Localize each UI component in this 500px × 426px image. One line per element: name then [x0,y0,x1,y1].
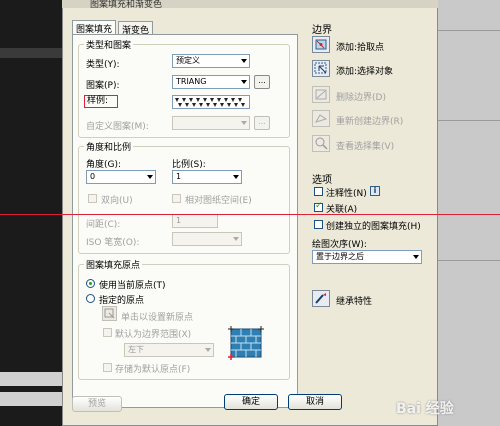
pattern-label: 图案(P): [86,81,120,91]
relative-paper-label: 相对图纸空间(E) [185,196,252,206]
store-default-origin-label: 存储为默认原点(F) [115,365,191,375]
background-strip [0,392,62,406]
info-icon[interactable]: i [370,186,380,196]
separate-hatches-checkbox[interactable] [314,220,323,229]
annotation-red-line [0,214,500,215]
add-select-objects-button[interactable] [312,60,330,77]
group-title: 角度和比例 [84,140,134,153]
background-drawing-area [0,0,62,426]
spacing-label: 间距(C): [86,220,121,230]
store-default-origin-checkbox[interactable] [103,363,112,372]
background-line [438,30,500,31]
preview-button[interactable]: 预览 [72,396,122,412]
pick-cursor-icon [104,308,115,319]
associative-checkbox[interactable] [314,201,323,212]
select-objects-icon [314,62,327,74]
spacing-input[interactable]: 1 [172,214,218,228]
group-title: 类型和图案 [84,38,134,51]
custom-pattern-label: 自定义图案(M): [86,122,149,132]
ok-button[interactable]: 确定 [224,394,278,410]
pattern-value: TRIANG [176,77,207,86]
chevron-down-icon [205,348,211,352]
double-checkbox[interactable] [88,194,97,203]
scale-dropdown[interactable]: 1 [172,170,242,184]
pick-points-icon [315,39,327,50]
recreate-boundary-label: 重新创建边界(R) [336,117,404,127]
specified-origin-radio[interactable] [86,294,95,303]
background-line [438,120,500,121]
chevron-down-icon [241,121,247,125]
view-selections-button[interactable] [312,135,330,152]
angle-value: 0 [90,172,96,181]
recreate-boundary-button[interactable] [312,110,330,127]
group-title: 图案填充原点 [84,258,143,271]
angle-label: 角度(G): [86,160,122,170]
click-set-origin-label: 单击以设置新原点 [121,313,194,323]
chevron-down-icon [147,175,153,179]
chevron-down-icon [413,255,419,259]
view-selections-label: 查看选择集(V) [336,142,395,152]
background-line [438,260,500,261]
annotative-label: 注释性(N) [326,189,367,199]
separate-hatches-label: 创建独立的图案填充(H) [326,222,421,232]
draw-order-dropdown[interactable]: 置于边界之后 [312,250,422,264]
chevron-down-icon [241,80,247,84]
click-set-origin-button[interactable] [102,306,117,321]
sample-pattern-icon [173,96,249,108]
type-value: 预定义 [176,56,200,65]
custom-pattern-dropdown[interactable] [172,116,250,130]
options-title: 选项 [312,175,332,186]
use-current-origin-radio[interactable] [86,279,95,288]
background-panel-right [438,0,500,426]
draw-order-value: 置于边界之后 [316,252,364,261]
sample-label: 样例: [84,95,118,108]
draw-order-label: 绘图次序(W): [312,240,367,250]
add-pick-points-button[interactable] [312,36,330,53]
annotative-checkbox[interactable] [314,187,323,196]
scale-label: 比例(S): [172,160,206,170]
remove-boundaries-button[interactable] [312,86,330,103]
origin-brick-preview-icon [228,326,264,360]
relative-paper-checkbox[interactable] [172,194,181,203]
type-label: 类型(Y): [86,60,120,70]
background-strip [0,372,62,386]
origin-position-dropdown[interactable]: 左下 [124,343,214,357]
custom-pattern-browse-button[interactable]: ... [254,116,270,130]
specified-origin-label: 指定的原点 [99,296,145,306]
origin-position-value: 左下 [128,345,144,354]
double-label: 双向(U) [101,196,133,206]
default-boundary-label: 默认为边界范围(X) [115,330,192,340]
pattern-dropdown[interactable]: TRIANG [172,75,250,89]
default-boundary-checkbox[interactable] [103,328,112,337]
inherit-properties-label: 继承特性 [336,297,373,307]
add-select-objects-label: 添加:选择对象 [336,67,394,77]
angle-dropdown[interactable]: 0 [86,170,156,184]
background-strip [0,48,62,58]
cancel-button[interactable]: 取消 [288,394,342,410]
window-title: 图案填充和渐变色 [90,0,163,10]
scale-value: 1 [176,172,182,181]
pattern-browse-button[interactable]: ... [254,75,270,89]
inherit-brush-icon [315,293,326,304]
add-pick-points-label: 添加:拾取点 [336,43,385,53]
sample-swatch[interactable] [172,95,250,109]
remove-boundaries-label: 删除边界(D) [336,93,386,103]
chevron-down-icon [233,175,239,179]
magnifier-icon [315,137,328,150]
watermark-logo: Bai 经验 [396,401,454,417]
recreate-boundary-icon [314,114,328,123]
chevron-down-icon [233,237,239,241]
remove-boundary-icon [315,89,327,100]
type-dropdown[interactable]: 预定义 [172,54,250,68]
chevron-down-icon [241,59,247,63]
iso-pen-width-label: ISO 笔宽(O): [86,238,140,248]
inherit-properties-button[interactable] [312,290,330,307]
iso-pen-width-dropdown[interactable] [172,232,242,246]
use-current-origin-label: 使用当前原点(T) [99,281,166,291]
boundary-title: 边界 [312,25,332,36]
